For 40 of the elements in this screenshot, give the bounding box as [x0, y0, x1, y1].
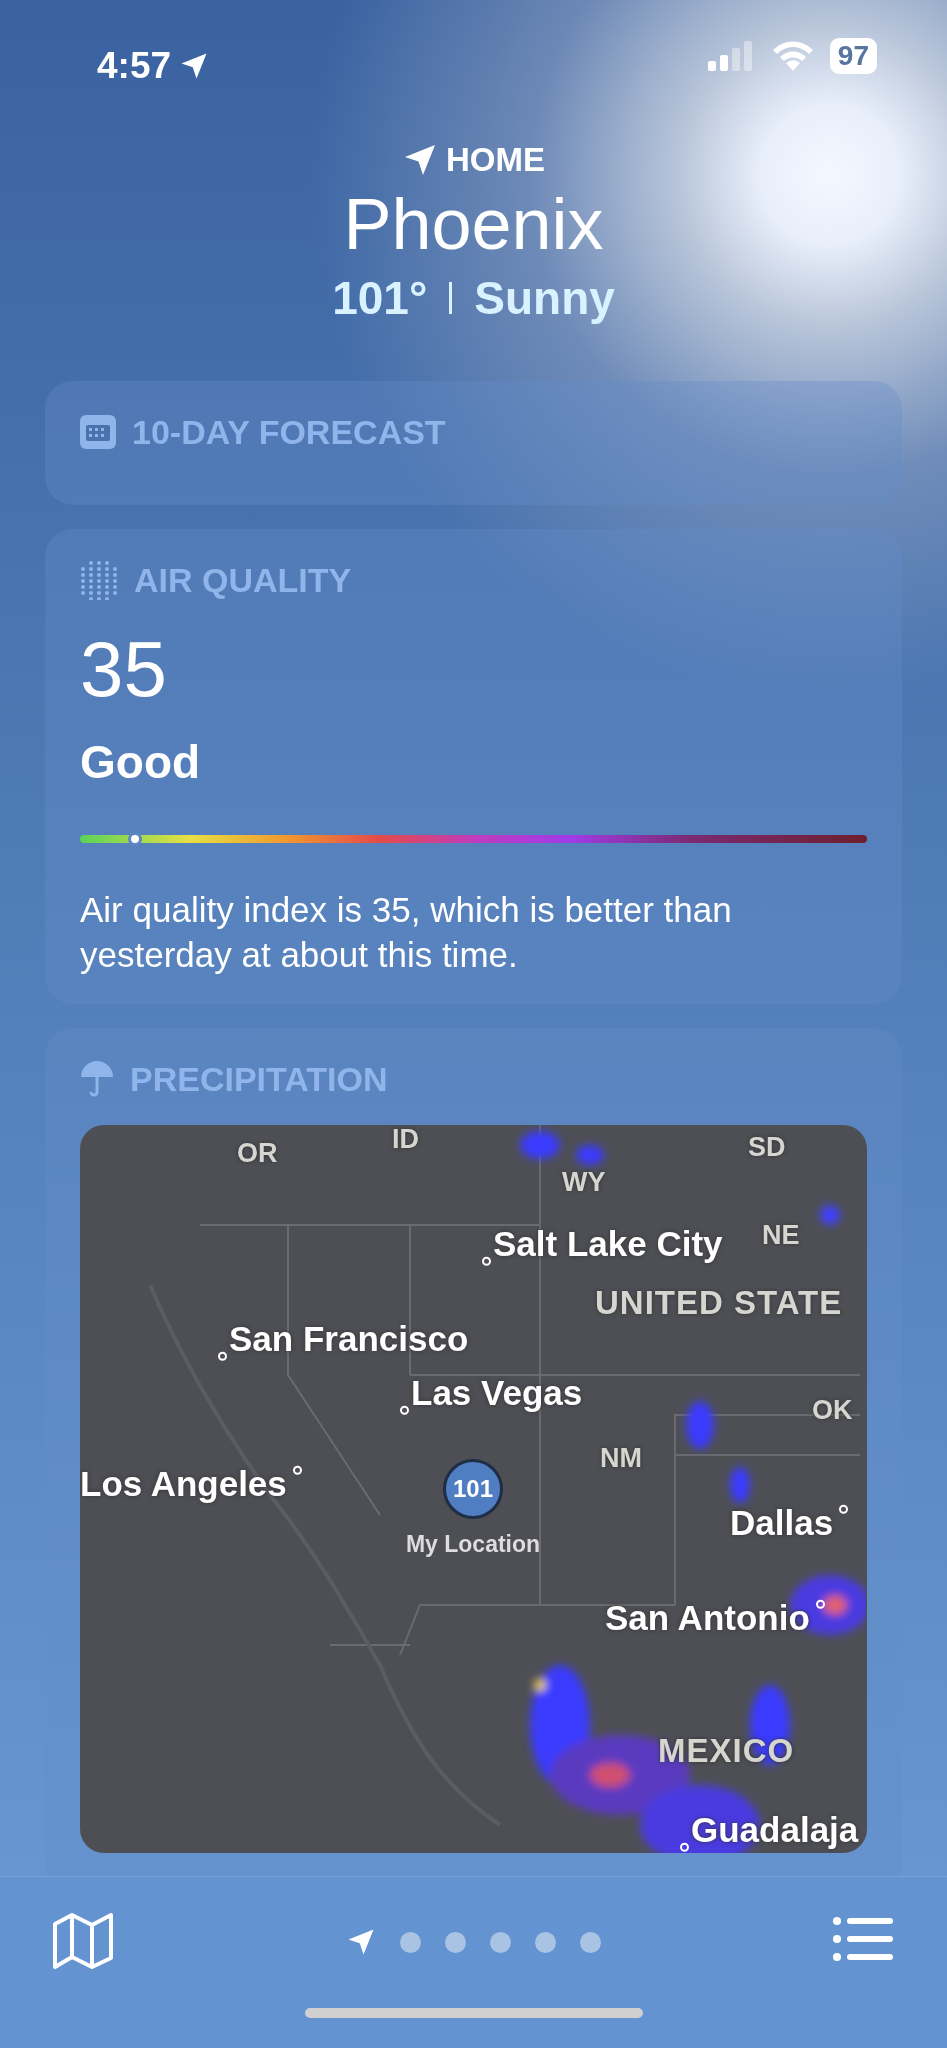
dots-icon: [80, 560, 118, 601]
location-pin[interactable]: 101: [443, 1458, 503, 1519]
page-dot[interactable]: [580, 1931, 601, 1953]
state-label: SD: [748, 1130, 786, 1164]
location-label: HOME: [446, 140, 545, 180]
state-label: OK: [812, 1393, 853, 1427]
aqi-description: Air quality index is 35, which is better than yesterday at about this time.: [80, 888, 733, 977]
wifi-icon: [771, 40, 814, 72]
map-icon[interactable]: [52, 1912, 114, 1970]
state-label: WY: [562, 1165, 606, 1199]
card-title: 10-DAY FORECAST: [132, 411, 446, 453]
status-time: 4:57: [97, 44, 172, 88]
list-icon[interactable]: [833, 1916, 895, 1962]
umbrella-icon: [80, 1060, 114, 1099]
state-label: NM: [600, 1441, 642, 1475]
home-indicator[interactable]: [305, 2008, 643, 2018]
state-label: NE: [762, 1218, 800, 1252]
aqi-category: Good: [80, 734, 202, 790]
country-label: UNITED STATE: [595, 1282, 843, 1323]
weather-condition: Sunny: [474, 270, 615, 326]
page-dot[interactable]: [400, 1931, 421, 1953]
air-quality-card[interactable]: AIR QUALITY 35 Good Air quality index is 35, which is better than yesterday at about this time.: [45, 528, 902, 1004]
pin-label: My Location: [405, 1529, 541, 1559]
city-label: Salt Lake City: [482, 1217, 723, 1270]
state-label: OR: [237, 1136, 278, 1170]
city-name: Phoenix: [342, 184, 605, 264]
city-label: Dallas: [730, 1496, 849, 1549]
city-label: Las Vegas: [400, 1366, 583, 1419]
page-dot[interactable]: [445, 1931, 466, 1953]
page-dot[interactable]: [490, 1931, 511, 1953]
city-label: Los Angeles: [80, 1457, 302, 1510]
battery-level: 97: [829, 38, 877, 74]
location-page-icon[interactable]: [346, 1927, 376, 1957]
current-temperature: 101°: [332, 270, 428, 326]
page-dot[interactable]: [535, 1931, 556, 1953]
aqi-value: 35: [80, 629, 168, 708]
city-label: San Francisco: [218, 1312, 469, 1365]
card-title: AIR QUALITY: [134, 559, 352, 601]
state-label: ID: [392, 1124, 419, 1156]
calendar-icon: [80, 415, 116, 450]
